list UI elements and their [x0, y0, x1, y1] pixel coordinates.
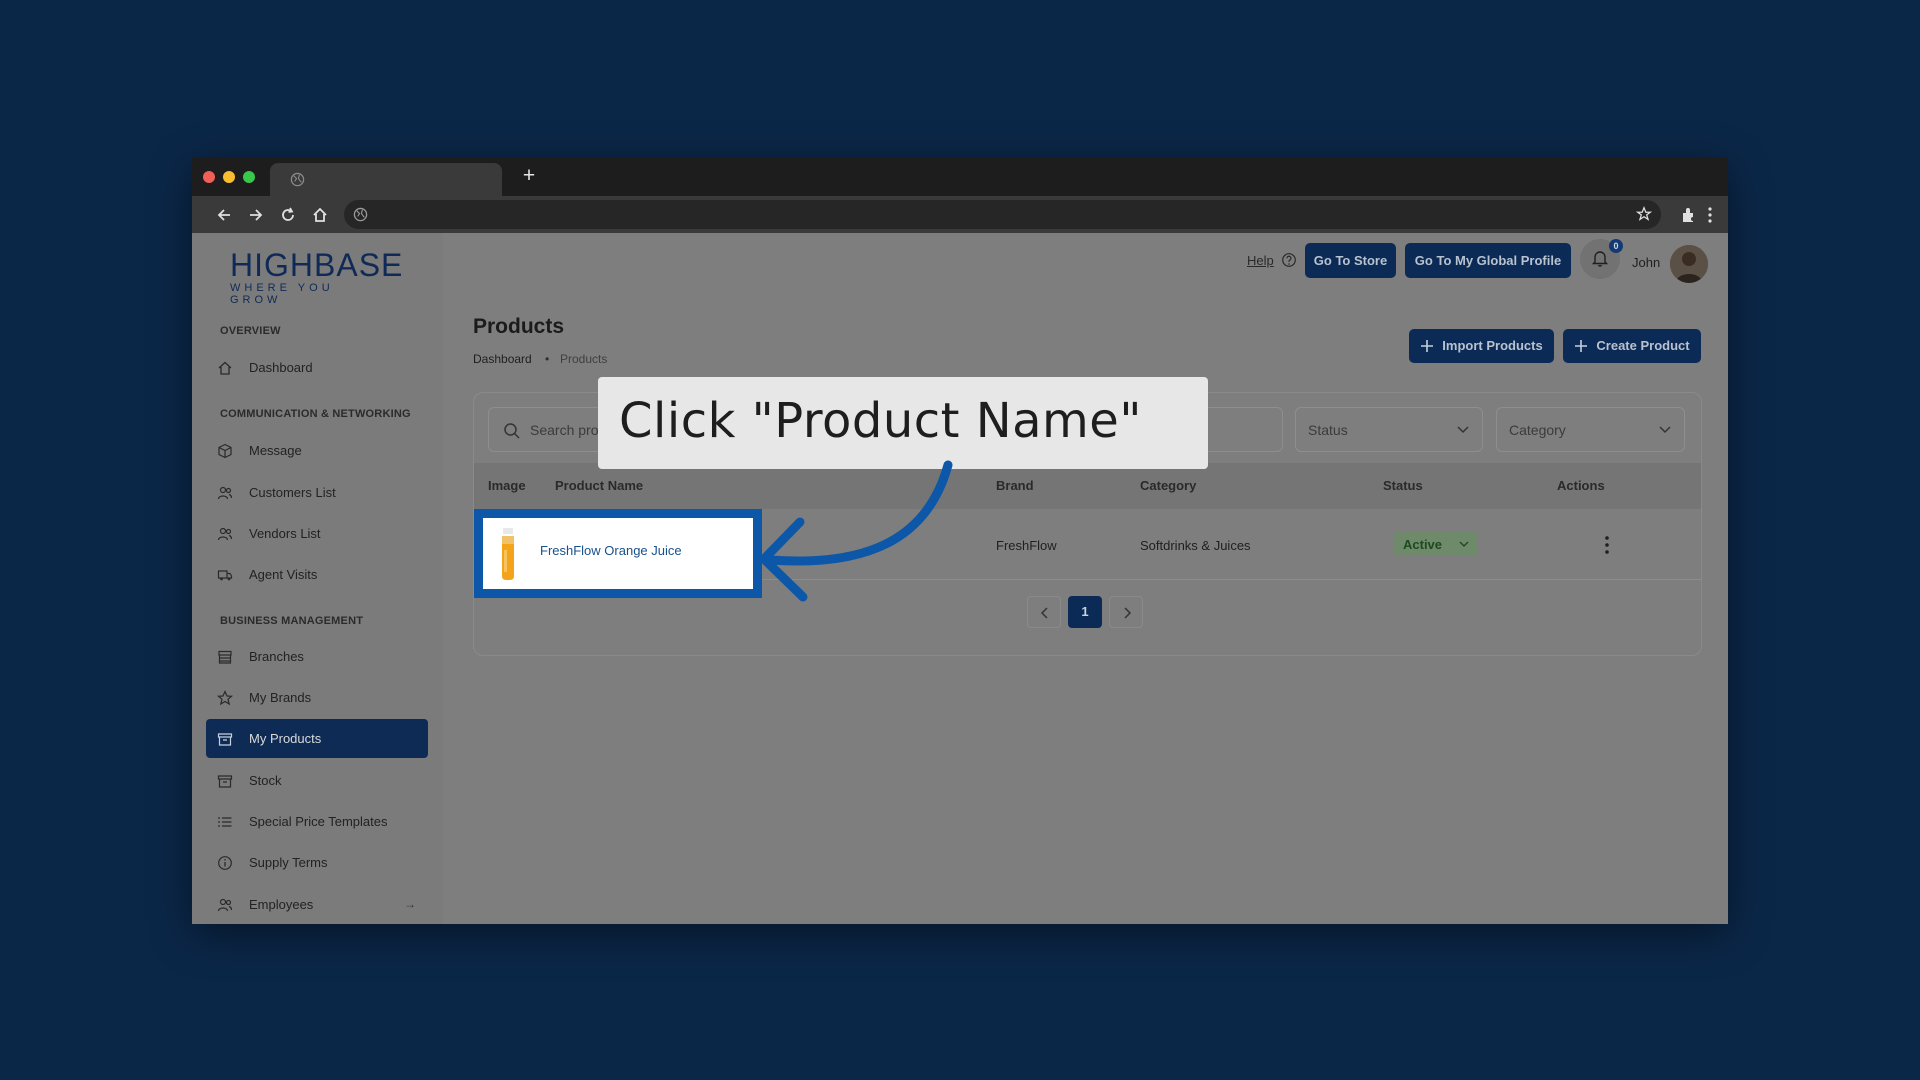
pointer-arrow-icon [759, 460, 953, 602]
